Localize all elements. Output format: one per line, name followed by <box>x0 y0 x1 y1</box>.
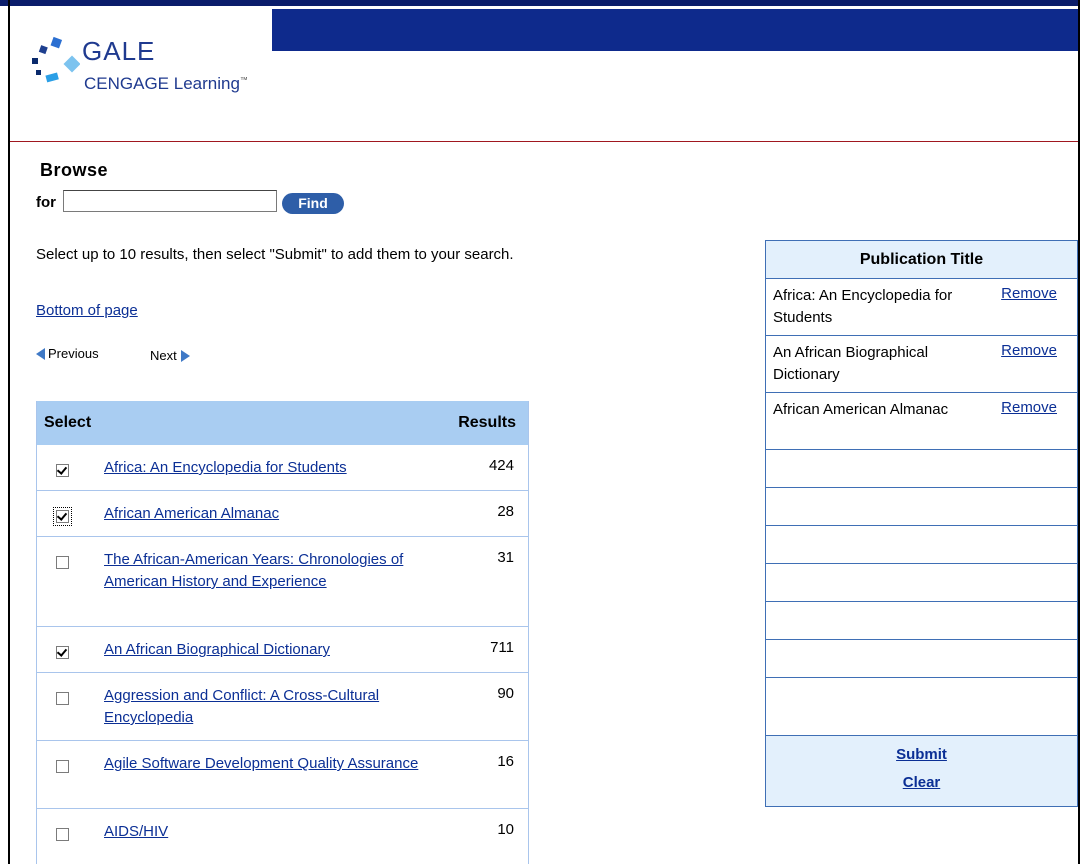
result-count: 90 <box>497 685 514 702</box>
selected-publication-name: Africa: An Encyclopedia for Students <box>773 287 953 326</box>
empty-slot <box>766 564 1077 602</box>
results-table: Select Results Africa: An Encyclopedia f… <box>36 401 529 864</box>
empty-slot <box>766 526 1077 564</box>
header-banner <box>272 9 1080 51</box>
result-count: 31 <box>497 549 514 566</box>
remove-link[interactable]: Remove <box>1001 285 1057 302</box>
table-row: Agile Software Development Quality Assur… <box>37 741 528 809</box>
result-title-link[interactable]: African American Almanac <box>104 503 424 525</box>
result-count: 28 <box>497 503 514 520</box>
selected-publication-name: African American Almanac <box>773 401 949 418</box>
results-table-header: Select Results <box>37 401 528 445</box>
clear-container: Clear <box>766 774 1077 791</box>
remove-link[interactable]: Remove <box>1001 399 1057 416</box>
table-row: Africa: An Encyclopedia for Students 424 <box>37 445 528 491</box>
select-checkbox[interactable] <box>56 556 69 569</box>
selected-publication: African American Almanac Remove <box>766 393 1077 450</box>
empty-slot <box>766 602 1077 640</box>
table-row: Aggression and Conflict: A Cross-Cultura… <box>37 673 528 741</box>
logo-brand: GALE <box>82 36 156 66</box>
empty-slot <box>766 450 1077 488</box>
arrow-right-icon <box>180 349 190 362</box>
select-checkbox[interactable] <box>56 464 69 477</box>
bottom-of-page-link[interactable]: Bottom of page <box>36 302 138 319</box>
for-label: for <box>36 194 56 211</box>
selected-publication-name: An African Biographical Dictionary <box>773 344 929 383</box>
result-title-link[interactable]: The African-American Years: Chronologies… <box>104 549 424 593</box>
result-title-link[interactable]: AIDS/HIV <box>104 821 424 843</box>
select-column-header: Select <box>44 414 92 431</box>
gale-logo-icon <box>32 36 80 83</box>
next-label: Next <box>150 348 177 363</box>
clear-link[interactable]: Clear <box>903 774 941 791</box>
select-checkbox[interactable] <box>56 646 69 659</box>
selected-publication: Africa: An Encyclopedia for Students Rem… <box>766 279 1077 336</box>
result-count: 424 <box>488 457 514 474</box>
submit-container: Submit <box>766 746 1077 763</box>
table-row: An African Biographical Dictionary 711 <box>37 627 528 673</box>
result-title-link[interactable]: An African Biographical Dictionary <box>104 639 424 661</box>
results-column-header: Results <box>458 414 516 431</box>
select-checkbox[interactable] <box>56 760 69 773</box>
submit-link[interactable]: Submit <box>896 746 947 763</box>
table-row: African American Almanac 28 <box>37 491 528 537</box>
next-link[interactable]: Next <box>150 348 190 363</box>
logo-subtitle: CENGAGE Learning™ <box>84 74 248 93</box>
publication-title-header: Publication Title <box>766 241 1077 279</box>
select-checkbox[interactable] <box>56 692 69 705</box>
result-title-link[interactable]: Africa: An Encyclopedia for Students <box>104 457 424 479</box>
result-title-link[interactable]: Agile Software Development Quality Assur… <box>104 753 424 775</box>
remove-link[interactable]: Remove <box>1001 342 1057 359</box>
previous-link[interactable]: Previous <box>36 346 99 361</box>
publication-title-panel: Publication Title Africa: An Encyclopedi… <box>765 240 1078 807</box>
header-divider <box>10 141 1078 142</box>
result-title-link[interactable]: Aggression and Conflict: A Cross-Cultura… <box>104 685 424 729</box>
arrow-left-icon <box>36 347 45 360</box>
result-count: 10 <box>497 821 514 838</box>
browse-input[interactable] <box>63 190 277 212</box>
empty-slot <box>766 640 1077 678</box>
table-row: AIDS/HIV 10 <box>37 809 528 854</box>
previous-label: Previous <box>48 346 99 361</box>
publication-actions: Submit Clear <box>766 735 1077 806</box>
select-checkbox[interactable] <box>56 828 69 841</box>
find-button[interactable]: Find <box>282 193 344 214</box>
page-title: Browse <box>40 160 109 180</box>
result-count: 16 <box>497 753 514 770</box>
empty-slot <box>766 488 1077 526</box>
table-row: The African-American Years: Chronologies… <box>37 537 528 627</box>
result-count: 711 <box>490 639 514 656</box>
select-checkbox[interactable] <box>53 507 72 526</box>
selected-publication: An African Biographical Dictionary Remov… <box>766 336 1077 393</box>
empty-slot <box>766 678 1077 715</box>
instructions-text: Select up to 10 results, then select "Su… <box>36 246 514 263</box>
